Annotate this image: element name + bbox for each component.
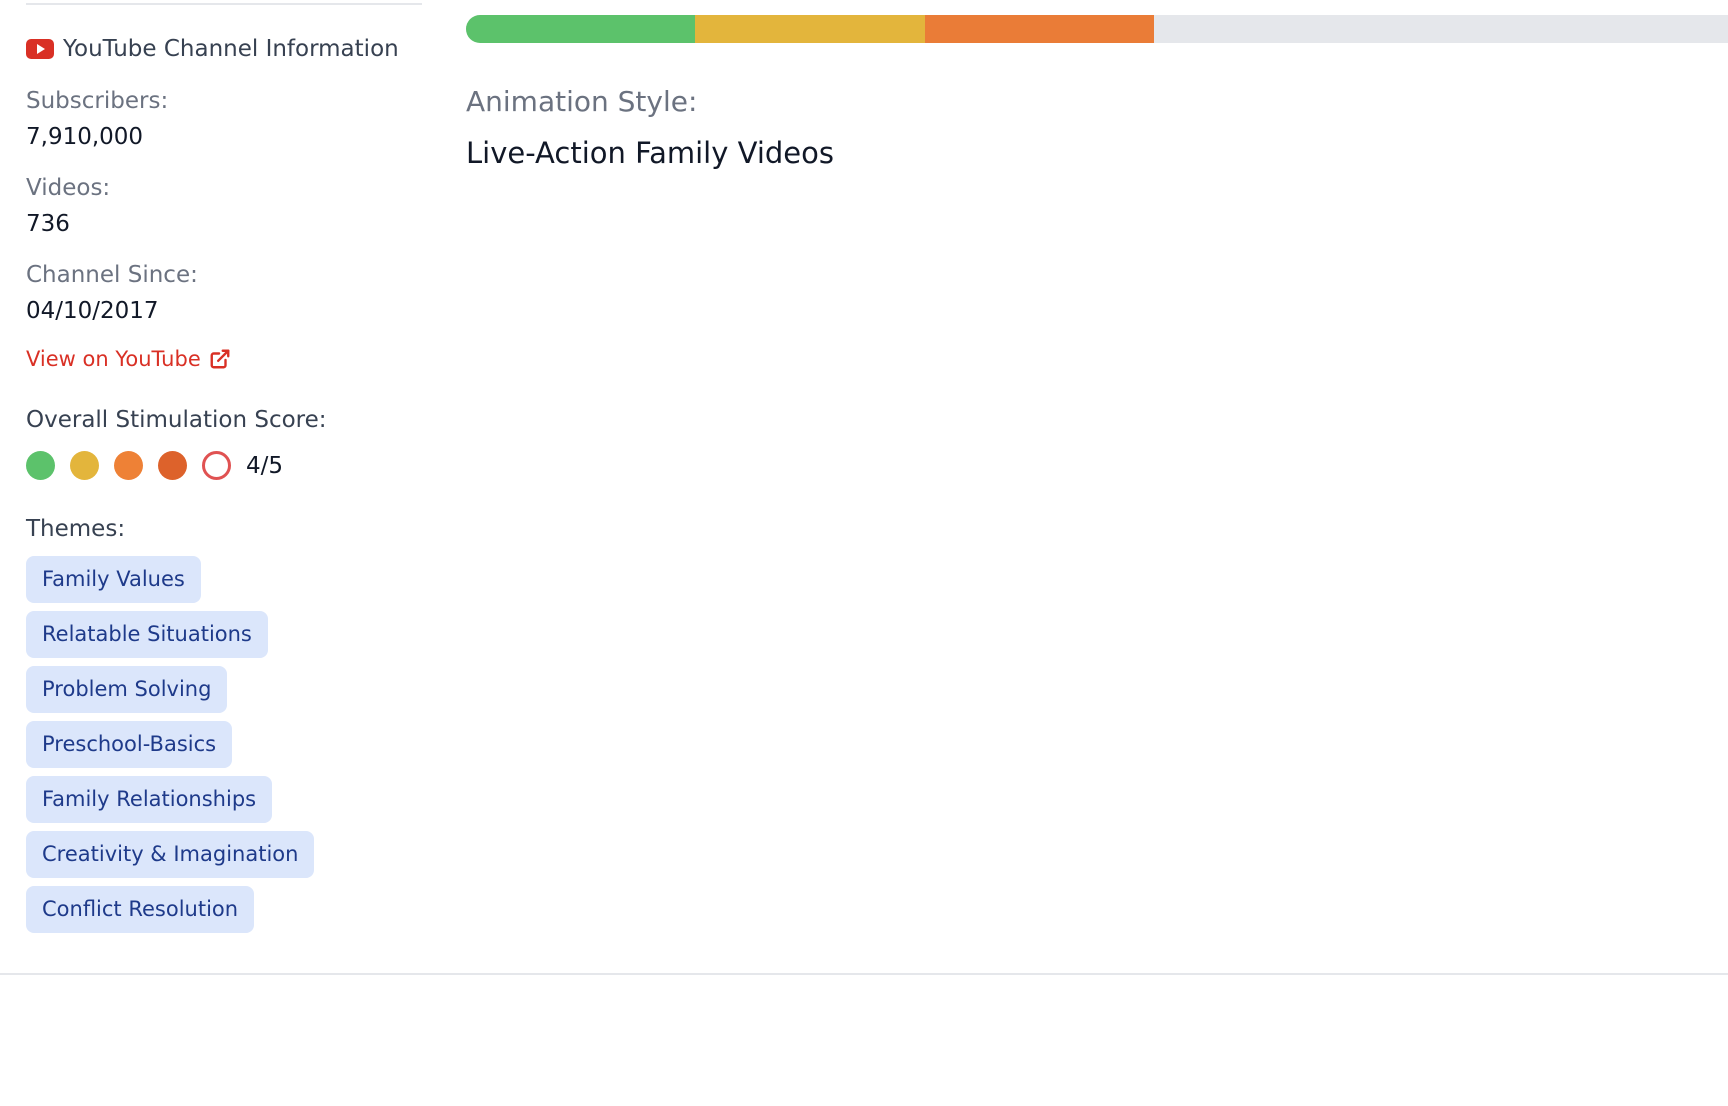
- stimulation-level-bar: [466, 15, 1728, 43]
- bottom-divider: [0, 973, 1728, 975]
- stimulation-bar-segment: [466, 15, 696, 43]
- channel-since-label: Channel Since:: [26, 262, 198, 288]
- theme-tag: Conflict Resolution: [26, 886, 255, 933]
- view-on-youtube-label: View on YouTube: [26, 347, 201, 371]
- themes-label: Themes:: [26, 516, 126, 542]
- subscribers-label: Subscribers:: [26, 88, 169, 114]
- channel-info-title: YouTube Channel Information: [26, 36, 399, 62]
- top-divider: [26, 3, 422, 5]
- stimulation-bar-segment: [924, 15, 1154, 43]
- stimulation-bar-segment: [695, 15, 925, 43]
- score-dot-filled: [114, 451, 143, 480]
- theme-tag: Preschool-Basics: [26, 721, 233, 768]
- stimulation-score-label: Overall Stimulation Score:: [26, 407, 327, 433]
- theme-tag: Relatable Situations: [26, 611, 268, 658]
- themes-list: Family Values Relatable Situations Probl…: [26, 556, 315, 933]
- theme-tag: Family Relationships: [26, 776, 273, 823]
- view-on-youtube-link[interactable]: View on YouTube: [26, 347, 231, 371]
- stimulation-score-rating: 4/5: [26, 451, 283, 480]
- videos-label: Videos:: [26, 175, 111, 201]
- animation-style-label: Animation Style:: [466, 85, 698, 118]
- youtube-icon: [26, 39, 54, 59]
- channel-info-title-text: YouTube Channel Information: [63, 36, 399, 62]
- channel-since-value: 04/10/2017: [26, 298, 159, 324]
- score-dot-empty: [202, 451, 231, 480]
- subscribers-value: 7,910,000: [26, 124, 144, 150]
- theme-tag: Problem Solving: [26, 666, 228, 713]
- theme-tag: Creativity & Imagination: [26, 831, 315, 878]
- stimulation-score-value: 4/5: [246, 452, 284, 479]
- animation-style-value: Live-Action Family Videos: [466, 136, 834, 170]
- videos-value: 736: [26, 211, 70, 237]
- theme-tag: Family Values: [26, 556, 201, 603]
- score-dot-filled: [70, 451, 99, 480]
- score-dot-filled: [26, 451, 55, 480]
- external-link-icon: [210, 349, 230, 369]
- score-dot-filled: [158, 451, 187, 480]
